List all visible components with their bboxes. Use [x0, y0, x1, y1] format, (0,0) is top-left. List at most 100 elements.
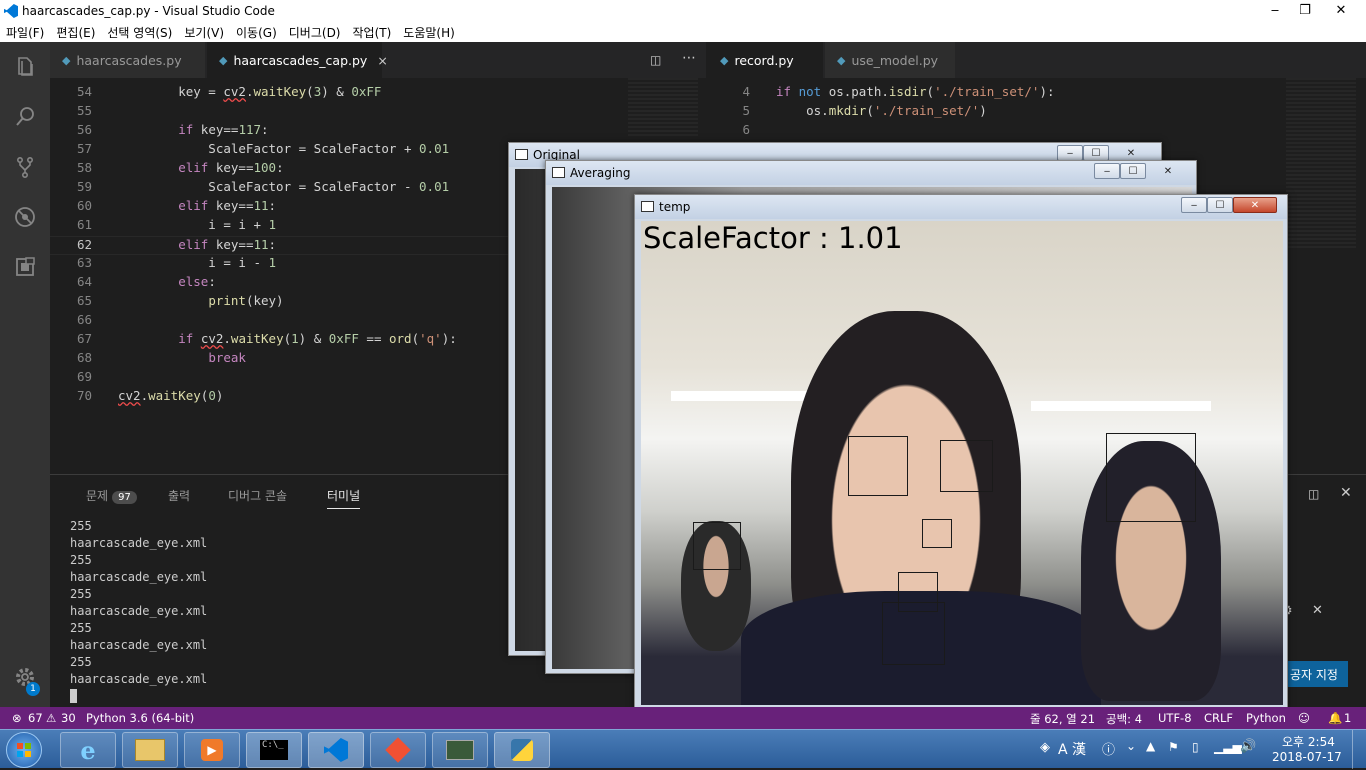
tab-close-button[interactable]: × — [377, 53, 387, 68]
ime-indicator[interactable]: A 漢 — [1058, 739, 1086, 759]
editor-tabs-right: ◆ record.py ◆ use_model.py — [708, 42, 1366, 78]
cv-window-titlebar: Averaging ‒ ☐ ✕ — [546, 161, 1196, 185]
terminal-cursor — [70, 689, 77, 703]
battery-icon[interactable]: ▯ — [1192, 740, 1199, 754]
close-panel-icon[interactable]: ✕ — [1340, 485, 1352, 501]
maximize-button[interactable]: ☐ — [1207, 197, 1233, 213]
minimize-button[interactable]: ‒ — [1057, 145, 1083, 161]
nose-detection-box — [922, 519, 952, 548]
cmd-icon[interactable]: C:\_ — [246, 732, 302, 768]
maximize-button[interactable]: ☐ — [1120, 163, 1146, 179]
python-file-icon: ◆ — [720, 53, 729, 67]
tray-caret-icon[interactable]: ⌄ — [1126, 739, 1136, 753]
title-bar: haarcascades_cap.py - Visual Studio Code… — [0, 0, 1366, 22]
menu-view[interactable]: 보기(V) — [178, 24, 230, 41]
window-icon — [552, 167, 565, 178]
language-mode[interactable]: Python — [1246, 711, 1286, 725]
python-file-icon: ◆ — [837, 53, 846, 67]
menu-debug[interactable]: 디버그(D) — [283, 24, 347, 41]
minimap[interactable] — [628, 78, 698, 138]
extensions-icon[interactable] — [0, 242, 50, 292]
split-editor-icon[interactable]: ◫ — [650, 53, 661, 67]
error-count[interactable]: 67 — [28, 711, 43, 725]
tab-use-model[interactable]: ◆ use_model.py — [825, 42, 955, 78]
tab-label: record.py — [734, 52, 794, 68]
anaconda-icon[interactable] — [432, 732, 488, 768]
cv-window-title: temp — [659, 200, 691, 214]
notification-close-icon[interactable]: ✕ — [1312, 603, 1323, 618]
window-icon — [515, 149, 528, 160]
feedback-smiley-icon[interactable]: ☺ — [1298, 711, 1310, 725]
menu-help[interactable]: 도움말(H) — [397, 24, 461, 41]
warning-count[interactable]: 30 — [61, 711, 76, 725]
start-button[interactable] — [6, 732, 42, 768]
minimize-button[interactable]: ‒ — [1181, 197, 1207, 213]
volume-icon[interactable]: 🔊 — [1240, 739, 1256, 754]
action-center-icon[interactable]: ⚑ — [1168, 740, 1179, 754]
python-file-icon: ◆ — [62, 53, 71, 67]
code-line: 55 — [76, 103, 92, 118]
explorer-icon[interactable] — [0, 42, 50, 92]
file-explorer-icon[interactable] — [122, 732, 178, 768]
help-icon[interactable]: ⓘ — [1102, 739, 1115, 758]
tab-haarcascades[interactable]: ◆ haarcascades.py — [50, 42, 205, 78]
tab-problems[interactable]: 문제 97 — [86, 487, 137, 504]
tab-record[interactable]: ◆ record.py — [708, 42, 823, 78]
face-detection-box — [693, 522, 741, 570]
clock-time[interactable]: 오후 2:54 — [1282, 733, 1335, 750]
close-button[interactable]: ✕ — [1326, 0, 1356, 20]
notification-count[interactable]: 1 — [1344, 711, 1351, 725]
menu-tasks[interactable]: 작업(T) — [347, 24, 398, 41]
line-ending[interactable]: CRLF — [1204, 711, 1233, 725]
maximize-panel-icon[interactable]: ◫ — [1308, 487, 1319, 501]
cv-window-temp[interactable]: temp ‒ ☐ ✕ ScaleFactor : 1.01 — [634, 194, 1288, 710]
vscode-taskbar-icon[interactable] — [308, 732, 364, 768]
git-icon[interactable] — [370, 732, 426, 768]
cv-window-titlebar: temp ‒ ☐ ✕ — [635, 195, 1287, 219]
terminal-line: haarcascade_eye.xml — [70, 536, 208, 550]
indentation[interactable]: 공백: 4 — [1106, 711, 1142, 727]
eye-detection-box — [848, 436, 908, 496]
terminal-line: haarcascade_eye.xml — [70, 672, 208, 686]
tab-terminal[interactable]: 터미널 — [327, 487, 361, 509]
maximize-button[interactable]: ☐ — [1083, 145, 1109, 161]
close-button[interactable]: ✕ — [1146, 163, 1190, 179]
source-control-icon[interactable] — [0, 142, 50, 192]
network-signal-icon[interactable]: ▁▃▅ — [1214, 740, 1242, 754]
tab-debug-console[interactable]: 디버그 콘솔 — [228, 487, 287, 504]
menu-edit[interactable]: 편집(E) — [50, 24, 101, 41]
menu-file[interactable]: 파일(F) — [0, 24, 50, 41]
clock-date[interactable]: 2018-07-17 — [1272, 750, 1342, 764]
tab-output[interactable]: 출력 — [168, 487, 190, 504]
error-icon[interactable]: ⊗ — [12, 711, 22, 725]
close-button[interactable]: ✕ — [1109, 145, 1153, 161]
show-hidden-icons[interactable]: ▲ — [1146, 739, 1155, 753]
maximize-button[interactable]: ❐ — [1290, 0, 1320, 20]
cursor-position[interactable]: 줄 62, 열 21 — [1030, 711, 1095, 727]
menu-go[interactable]: 이동(G) — [230, 24, 283, 41]
python-taskbar-icon[interactable] — [494, 732, 550, 768]
problems-badge: 97 — [112, 491, 137, 504]
notification-bell-icon[interactable]: 🔔 — [1328, 711, 1342, 725]
menu-selection[interactable]: 선택 영역(S) — [101, 24, 178, 41]
python-interpreter[interactable]: Python 3.6 (64-bit) — [86, 711, 194, 725]
encoding[interactable]: UTF-8 — [1158, 711, 1192, 725]
media-player-icon[interactable]: ▶ — [184, 732, 240, 768]
minimap[interactable] — [1286, 78, 1356, 248]
taskbar: e ▶ C:\_ ◈ A 漢 ⓘ ⌄ ▲ ⚑ ▯ ▁▃▅ 🔊 오후 2:54 2… — [0, 729, 1366, 769]
debug-icon[interactable] — [0, 192, 50, 242]
close-button[interactable]: ✕ — [1233, 197, 1277, 213]
minimize-button[interactable]: ‒ — [1260, 0, 1290, 20]
warning-icon[interactable]: ⚠ — [46, 711, 56, 725]
more-actions-icon[interactable]: ⋯ — [682, 50, 696, 66]
minimize-button[interactable]: ‒ — [1094, 163, 1120, 179]
show-desktop-button[interactable] — [1352, 730, 1366, 769]
tab-haarcascades-cap[interactable]: ◆ haarcascades_cap.py × — [207, 42, 388, 78]
ie-icon[interactable]: e — [60, 732, 116, 768]
terminal-line: 255 — [70, 553, 92, 567]
language-bar-icon[interactable]: ◈ — [1040, 740, 1050, 755]
notification-action-button[interactable]: 공자 지정 — [1280, 661, 1348, 687]
search-icon[interactable] — [0, 92, 50, 142]
settings-gear-icon[interactable]: 1 — [0, 652, 50, 702]
cv-window-title: Averaging — [570, 166, 631, 180]
